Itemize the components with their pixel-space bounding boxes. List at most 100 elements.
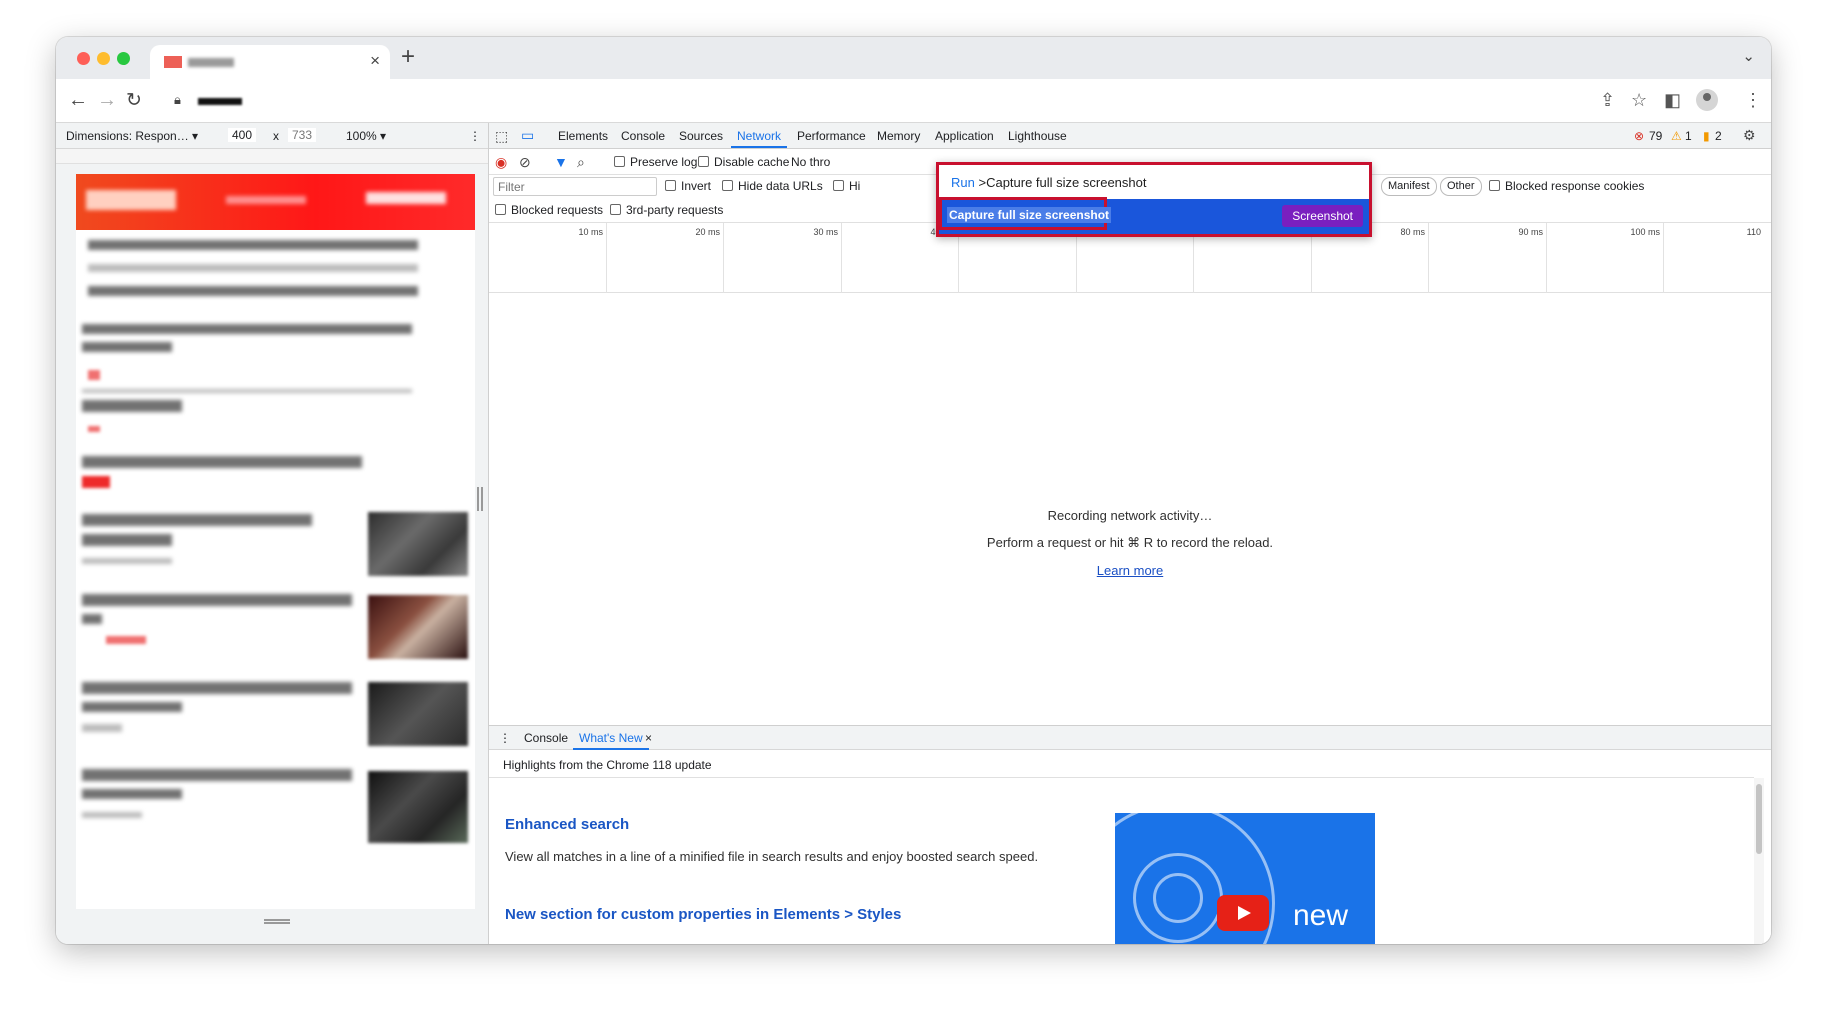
timeline-tick: 100 ms	[1547, 223, 1664, 293]
reload-icon[interactable]: ↻	[126, 89, 142, 112]
checkbox-icon	[698, 156, 709, 167]
devtools-more-icon[interactable]: ⋮	[1765, 127, 1771, 144]
maximize-window-button[interactable]	[117, 52, 130, 65]
device-ruler	[56, 149, 488, 164]
feature-heading[interactable]: New section for custom properties in Ele…	[505, 906, 901, 923]
tab-console[interactable]: Console	[621, 129, 665, 143]
warning-count[interactable]: 1	[1685, 129, 1692, 143]
blocked-requests-label: Blocked requests	[511, 203, 604, 217]
command-run-prefix: Run	[951, 175, 975, 190]
drawer-divider	[489, 777, 1754, 778]
command-category-badge: Screenshot	[1282, 205, 1363, 227]
address-bar[interactable]: 🔒︎	[164, 85, 1634, 117]
url-redacted	[198, 98, 242, 105]
tab-elements[interactable]: Elements	[558, 129, 608, 143]
timeline-tick: 10 ms	[489, 223, 607, 293]
tab-sources[interactable]: Sources	[679, 129, 723, 143]
tab-close-icon[interactable]: ×	[370, 51, 380, 71]
viewport-height-input[interactable]: 733	[288, 128, 317, 142]
blocked-requests-checkbox[interactable]: Blocked requests	[495, 203, 603, 217]
close-window-button[interactable]	[77, 52, 90, 65]
share-icon[interactable]: ⇪	[1600, 90, 1615, 111]
side-panel-icon[interactable]: ◧	[1664, 90, 1681, 111]
throttling-dropdown[interactable]: No thro	[791, 155, 830, 169]
browser-window: × + ⌄ ← → ↻ 🔒︎ ⇪ ☆ ◧ ⋮ Dimensions: Respo…	[56, 37, 1771, 944]
drawer-menu-icon[interactable]: ⋮	[499, 731, 511, 745]
hide-extension-urls-checkbox[interactable]: Hi	[833, 179, 860, 193]
viewport-width-input[interactable]: 400	[228, 128, 257, 142]
youtube-play-icon[interactable]	[1217, 895, 1269, 931]
favicon-icon	[164, 56, 182, 68]
back-arrow-icon[interactable]: ←	[68, 89, 88, 112]
viewport-bottom-resize-handle[interactable]	[264, 919, 290, 924]
drawer-tab-console[interactable]: Console	[524, 731, 568, 745]
dimensions-dropdown[interactable]: Dimensions: Respon… ▾	[66, 129, 198, 143]
zoom-dropdown[interactable]: 100% ▾	[346, 129, 386, 143]
third-party-requests-checkbox[interactable]: 3rd-party requests	[610, 203, 723, 217]
scrollbar-thumb[interactable]	[1756, 784, 1762, 854]
drawer-tab-bar: ⋮ Console What's New × ✕	[489, 726, 1771, 750]
command-result-item[interactable]: Capture full size screenshot Screenshot	[939, 197, 1369, 234]
filter-type-other[interactable]: Other	[1440, 177, 1482, 196]
browser-tab[interactable]: ×	[150, 45, 390, 79]
record-stop-icon[interactable]: ◉	[495, 154, 507, 171]
decorative-circle	[1153, 873, 1203, 923]
device-toolbar: Dimensions: Respon… ▾ 400 x 733 100% ▾ ⋮	[56, 123, 488, 149]
settings-gear-icon[interactable]: ⚙	[1743, 127, 1756, 144]
browser-menu-icon[interactable]: ⋮	[1744, 90, 1762, 111]
viewport-resize-handle[interactable]	[477, 487, 483, 511]
recording-status-text: Recording network activity…	[1047, 508, 1213, 523]
preserve-log-checkbox[interactable]: Preserve log	[614, 155, 697, 169]
checkbox-icon	[665, 180, 676, 191]
drawer-tab-whats-new[interactable]: What's New	[573, 731, 649, 750]
whats-new-video-thumbnail[interactable]: new	[1115, 813, 1375, 944]
device-toolbar-toggle-icon[interactable]: ▭	[521, 127, 534, 144]
minimize-window-button[interactable]	[97, 52, 110, 65]
invert-label: Invert	[681, 179, 712, 193]
search-icon[interactable]: ⌕	[577, 154, 585, 171]
learn-more-link[interactable]: Learn more	[1097, 563, 1163, 578]
site-header-redacted	[76, 174, 475, 230]
emulated-viewport[interactable]	[76, 174, 475, 909]
tab-search-chevron-icon[interactable]: ⌄	[1742, 47, 1755, 65]
tab-application[interactable]: Application	[935, 129, 994, 143]
feature-description: View all matches in a line of a minified…	[505, 849, 1039, 864]
browser-toolbar: ← → ↻ 🔒︎ ⇪ ☆ ◧ ⋮	[56, 79, 1771, 123]
network-empty-state: Recording network activity… Perform a re…	[489, 508, 1771, 590]
tab-network[interactable]: Network	[730, 129, 788, 148]
forward-arrow-icon[interactable]: →	[97, 89, 117, 112]
clear-icon[interactable]: ⊘	[519, 154, 531, 171]
blocked-response-cookies-checkbox[interactable]: Blocked response cookies	[1489, 179, 1644, 193]
checkbox-icon	[495, 204, 506, 215]
profile-avatar[interactable]	[1696, 89, 1718, 111]
command-query-text: >Capture full size screenshot	[978, 175, 1147, 190]
bookmark-star-icon[interactable]: ☆	[1631, 90, 1647, 111]
filter-funnel-icon[interactable]: ▼	[554, 154, 568, 170]
timeline-tick: 20 ms	[607, 223, 724, 293]
disable-cache-checkbox[interactable]: Disable cache	[698, 155, 789, 169]
reload-hint-text: Perform a request or hit ⌘ R to record t…	[986, 535, 1274, 550]
tab-title-redacted	[188, 58, 234, 67]
timeline-tick: 30 ms	[724, 223, 842, 293]
new-tab-button[interactable]: +	[401, 43, 415, 71]
hide-data-urls-label: Hide data URLs	[738, 179, 823, 193]
device-more-icon[interactable]: ⋮	[469, 129, 481, 143]
issue-count[interactable]: 2	[1715, 129, 1722, 143]
tab-lighthouse[interactable]: Lighthouse	[1008, 129, 1067, 143]
command-menu-input[interactable]: Run >Capture full size screenshot	[939, 165, 1369, 199]
error-count[interactable]: 79	[1649, 129, 1662, 143]
tab-memory[interactable]: Memory	[877, 129, 920, 143]
hide-data-urls-checkbox[interactable]: Hide data URLs	[722, 179, 823, 193]
whats-new-image-text: new	[1293, 899, 1349, 932]
invert-checkbox[interactable]: Invert	[665, 179, 711, 193]
tab-performance[interactable]: Performance	[797, 129, 866, 143]
lock-icon: 🔒︎	[174, 92, 181, 107]
warning-icon: ⚠	[1671, 129, 1682, 143]
whats-new-tab-close-icon[interactable]: ×	[645, 731, 652, 745]
inspect-element-icon[interactable]: ⬚	[495, 128, 508, 145]
feature-heading[interactable]: Enhanced search	[505, 816, 629, 833]
filter-input[interactable]	[493, 177, 657, 196]
issue-icon: ▮	[1703, 129, 1710, 143]
filter-type-manifest[interactable]: Manifest	[1381, 177, 1437, 196]
drawer-scrollbar[interactable]	[1754, 778, 1764, 944]
